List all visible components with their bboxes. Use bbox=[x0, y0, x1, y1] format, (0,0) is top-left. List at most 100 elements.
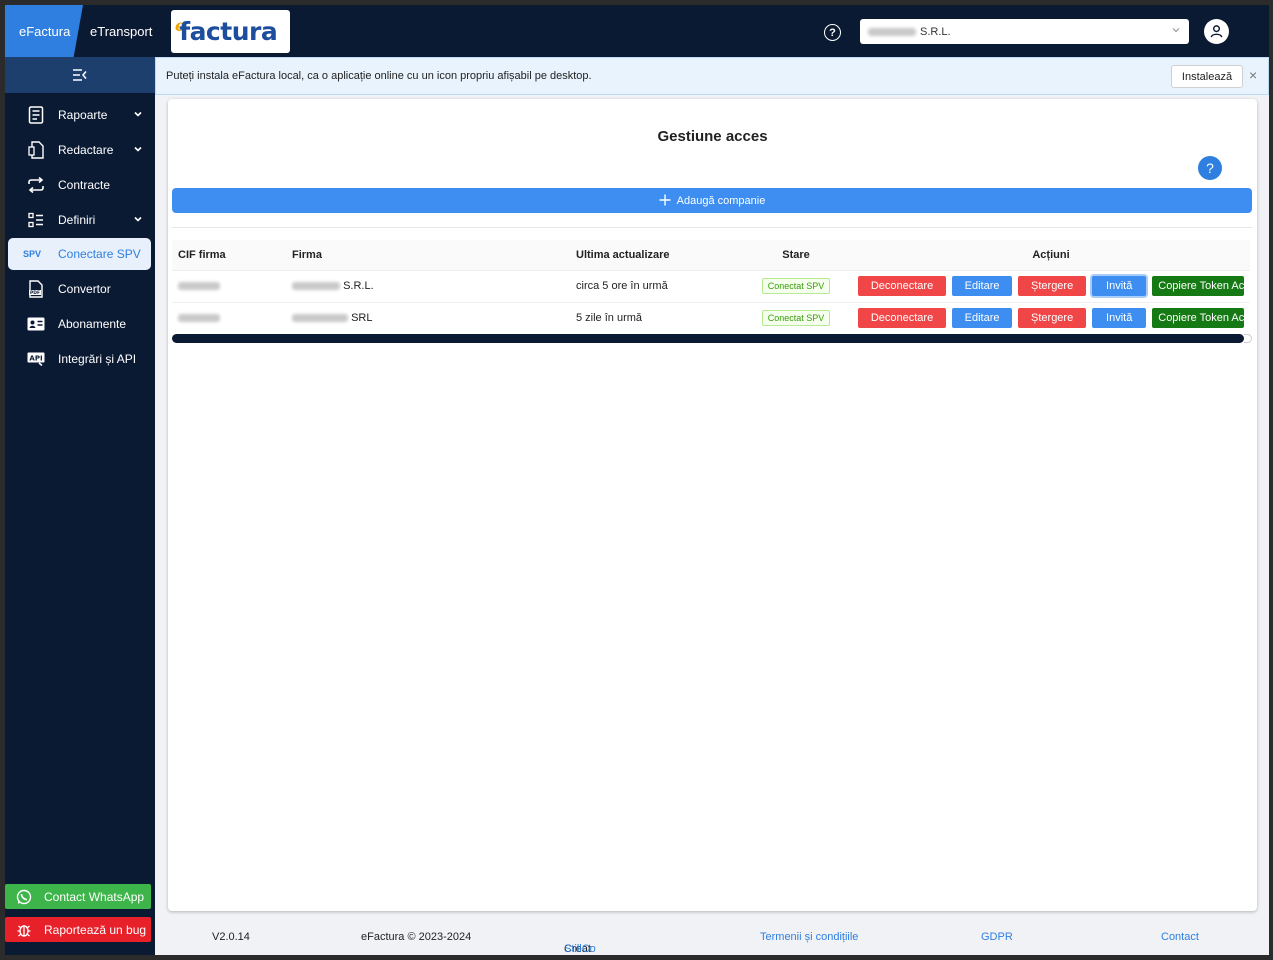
gdpr-link[interactable]: GDPR bbox=[981, 931, 1013, 943]
edit-button[interactable]: Editare bbox=[952, 276, 1013, 296]
column-header: Acțiuni bbox=[852, 240, 1250, 271]
api-icon: API bbox=[24, 352, 48, 366]
svg-text:PDF: PDF bbox=[30, 290, 40, 296]
access-management-card: Gestiune acces ? Adaugă companie CIF fir… bbox=[168, 99, 1257, 911]
company-suffix: S.R.L. bbox=[920, 25, 951, 38]
delete-button[interactable]: Ștergere bbox=[1018, 308, 1087, 328]
logo-text: factura bbox=[179, 17, 278, 46]
copy-token-button[interactable]: Copiere Token Ac bbox=[1152, 308, 1245, 328]
top-bar: eFactura eTransport e factura ? S.R.L. bbox=[5, 5, 1269, 57]
contact-link[interactable]: Contact bbox=[1161, 931, 1199, 943]
sidebar-item-label: Contracte bbox=[58, 178, 111, 192]
sidebar-item-convertor[interactable]: PDF Convertor bbox=[8, 273, 151, 305]
list-icon bbox=[24, 212, 48, 228]
column-header[interactable]: CIF firma bbox=[172, 240, 286, 271]
whatsapp-icon bbox=[14, 889, 34, 905]
bug-label: Raportează un bug bbox=[44, 922, 147, 937]
delete-button[interactable]: Ștergere bbox=[1018, 276, 1087, 296]
tab-efactura[interactable]: eFactura bbox=[5, 5, 83, 57]
companies-table: CIF firma Firma Ultima actualizare Stare… bbox=[172, 240, 1250, 335]
collapse-menu-icon[interactable] bbox=[5, 57, 155, 93]
status-badge: Conectat SPV bbox=[761, 278, 831, 294]
id-card-icon bbox=[24, 317, 48, 331]
actions-cell: Deconectare Editare Ștergere Invită Copi… bbox=[852, 270, 1250, 303]
sidebar: Rapoarte Redactare Contracte Definiri SP… bbox=[5, 57, 155, 955]
sidebar-item-contracte[interactable]: Contracte bbox=[8, 169, 151, 201]
company-suffix: SRL bbox=[351, 312, 373, 324]
plus-icon bbox=[659, 192, 671, 209]
sidebar-item-redactare[interactable]: Redactare bbox=[8, 134, 151, 166]
sidebar-item-definiri[interactable]: Definiri bbox=[8, 204, 151, 236]
spv-icon: SPV bbox=[22, 249, 41, 259]
status-cell: Conectat SPV bbox=[740, 270, 852, 303]
company-cell: S.R.L. bbox=[286, 270, 570, 303]
stillco-link[interactable]: StillCo Software bbox=[564, 943, 607, 955]
sidebar-item-label: Convertor bbox=[58, 282, 111, 296]
copy-token-button[interactable]: Copiere Token Ac bbox=[1152, 276, 1245, 296]
updated-cell: 5 zile în urmă bbox=[570, 302, 740, 335]
sidebar-item-label: Integrări și API bbox=[58, 352, 137, 366]
sidebar-item-label: Conectare SPV bbox=[58, 247, 141, 261]
column-header[interactable]: Ultima actualizare bbox=[570, 240, 740, 271]
redacted-cif bbox=[178, 282, 220, 291]
report-bug-button[interactable]: Raportează un bug bbox=[5, 917, 151, 942]
sidebar-item-abonamente[interactable]: Abonamente bbox=[8, 308, 151, 340]
company-select[interactable]: S.R.L. bbox=[860, 19, 1189, 44]
pdf-file-icon: PDF bbox=[24, 280, 48, 298]
redacted-company-name bbox=[868, 27, 916, 36]
chevron-down-icon bbox=[1171, 25, 1181, 38]
help-icon[interactable]: ? bbox=[824, 24, 841, 41]
close-icon[interactable]: × bbox=[1249, 67, 1257, 83]
redacted-company-name bbox=[292, 314, 348, 323]
table-row: S.R.L. circa 5 ore în urmă Conectat SPV … bbox=[172, 270, 1250, 303]
user-avatar-icon[interactable] bbox=[1204, 19, 1229, 44]
chevron-down-icon bbox=[133, 108, 143, 122]
app-window: eFactura eTransport e factura ? S.R.L. R… bbox=[5, 5, 1269, 955]
add-company-label: Adaugă companie bbox=[676, 194, 766, 207]
svg-text:API: API bbox=[29, 355, 42, 363]
help-icon[interactable]: ? bbox=[1198, 156, 1222, 180]
whatsapp-label: Contact WhatsApp bbox=[44, 889, 145, 904]
redacted-company-name bbox=[292, 282, 340, 291]
sidebar-item-integrari-api[interactable]: API Integrări și API bbox=[8, 343, 151, 375]
chevron-down-icon bbox=[133, 143, 143, 157]
disconnect-button[interactable]: Deconectare bbox=[858, 276, 946, 296]
efactura-logo[interactable]: e factura bbox=[171, 10, 290, 53]
company-suffix: S.R.L. bbox=[343, 280, 374, 292]
invite-button[interactable]: Invită bbox=[1092, 276, 1147, 296]
horizontal-scrollbar[interactable] bbox=[172, 334, 1244, 343]
sidebar-item-label: Definiri bbox=[58, 213, 96, 227]
install-notice-text: Puteți instala eFactura local, ca o apli… bbox=[166, 70, 592, 82]
disconnect-button[interactable]: Deconectare bbox=[858, 308, 946, 328]
repeat-icon bbox=[24, 177, 48, 193]
version-label: V2.0.14 bbox=[212, 931, 250, 943]
report-icon bbox=[24, 106, 48, 124]
tab-etransport[interactable]: eTransport bbox=[90, 5, 152, 57]
chevron-down-icon bbox=[133, 213, 143, 227]
status-badge: Conectat SPV bbox=[761, 310, 831, 326]
company-cell: SRL bbox=[286, 302, 570, 335]
cif-cell bbox=[172, 270, 286, 303]
sidebar-item-conectare-spv[interactable]: SPV Conectare SPV bbox=[8, 238, 151, 270]
contact-whatsapp-button[interactable]: Contact WhatsApp bbox=[5, 884, 151, 909]
divider bbox=[172, 227, 1252, 228]
add-company-button[interactable]: Adaugă companie bbox=[172, 188, 1252, 213]
sidebar-item-rapoarte[interactable]: Rapoarte bbox=[8, 99, 151, 131]
terms-link[interactable]: Termenii și condițiile bbox=[760, 931, 858, 943]
main-content: Puteți instala eFactura local, ca o apli… bbox=[155, 57, 1269, 955]
sidebar-item-label: Rapoarte bbox=[58, 108, 108, 122]
scrollbar-track-end bbox=[1244, 334, 1252, 343]
edit-document-icon bbox=[24, 141, 48, 159]
footer: V2.0.14 eFactura © 2023-2024 Creat de St… bbox=[155, 919, 1269, 955]
actions-cell: Deconectare Editare Ștergere Invită Copi… bbox=[852, 302, 1250, 335]
column-header[interactable]: Firma bbox=[286, 240, 570, 271]
invite-button[interactable]: Invită bbox=[1092, 308, 1147, 328]
edit-button[interactable]: Editare bbox=[952, 308, 1013, 328]
install-button[interactable]: Instalează bbox=[1171, 65, 1243, 88]
bug-icon bbox=[14, 922, 34, 938]
sidebar-item-label: Redactare bbox=[58, 143, 114, 157]
page-title: Gestiune acces bbox=[657, 128, 768, 145]
sidebar-item-label: Abonamente bbox=[58, 317, 127, 331]
table-row: SRL 5 zile în urmă Conectat SPV Deconect… bbox=[172, 302, 1250, 335]
table-header: CIF firma Firma Ultima actualizare Stare… bbox=[172, 240, 1250, 271]
